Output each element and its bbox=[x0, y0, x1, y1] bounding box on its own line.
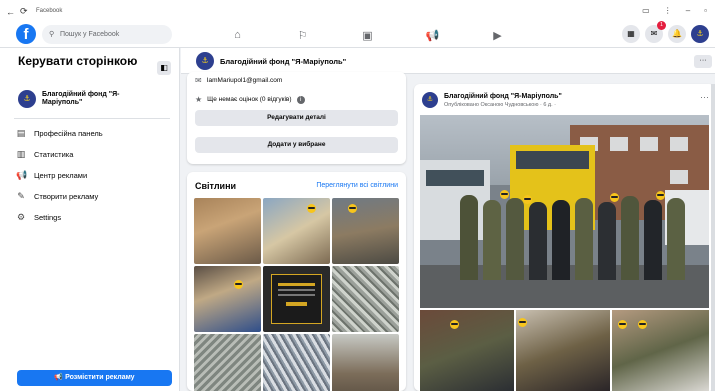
photos-title: Світлини bbox=[195, 181, 237, 191]
sidebar-item-stats[interactable]: ▥ Статистика bbox=[16, 144, 103, 165]
main-nav: ⌂ ⚐ ▣ 📢 ▶ bbox=[205, 24, 530, 46]
sidebar-item-create-ad[interactable]: ✎ Створити рекламу bbox=[16, 186, 103, 207]
window-controls: ▭ ⋮ – ▫ bbox=[642, 6, 707, 15]
photo-thumbnail[interactable] bbox=[263, 266, 330, 332]
photos-card: Світлини Переглянути всі світлини bbox=[187, 172, 406, 391]
page-avatar[interactable]: ⚓ bbox=[196, 52, 214, 70]
sidebar-toggle-icon[interactable]: ◧ bbox=[157, 61, 171, 75]
post-more-button[interactable]: ··· bbox=[700, 92, 709, 102]
profile-avatar[interactable]: ⚓ bbox=[691, 25, 709, 43]
poster-graphic bbox=[271, 274, 322, 324]
post-card: ⚓ Благодійний фонд "Я-Маріуполь" Опублік… bbox=[414, 84, 715, 391]
edit-details-button[interactable]: Редагувати деталі bbox=[195, 110, 398, 126]
search-input[interactable]: ⚲ Пошук у Facebook bbox=[42, 25, 172, 44]
reload-icon[interactable]: ⟳ bbox=[20, 6, 28, 17]
back-icon[interactable]: ← bbox=[6, 7, 15, 17]
post-author-avatar[interactable]: ⚓ bbox=[422, 92, 438, 108]
photo-thumbnail[interactable] bbox=[332, 334, 399, 391]
photo-thumbnail[interactable] bbox=[194, 266, 261, 332]
bell-icon[interactable]: 🔔 bbox=[668, 25, 686, 43]
megaphone-icon: 📢 bbox=[16, 170, 28, 180]
scrollbar[interactable] bbox=[711, 84, 715, 391]
facebook-topbar: f ⚲ Пошук у Facebook ⌂ ⚐ ▣ 📢 ▶ ▦ ✉ 1 🔔 ⚓ bbox=[0, 21, 715, 48]
sidebar-item-label: Професійна панель bbox=[34, 129, 103, 138]
sidebar-item-label: Створити рекламу bbox=[34, 192, 99, 201]
megaphone-nav-icon[interactable]: 📢 bbox=[400, 24, 465, 46]
stats-icon: ▥ bbox=[16, 149, 26, 159]
promote-button-label: Розмістити рекламу bbox=[65, 374, 135, 381]
sidebar-item-ad-center[interactable]: 📢 Центр реклами bbox=[16, 165, 103, 186]
photos-grid bbox=[194, 198, 399, 391]
photo-thumbnail[interactable] bbox=[194, 334, 261, 391]
sidebar-page-name: Благодійний фонд "Я-Маріуполь" bbox=[42, 91, 120, 106]
cast-icon[interactable]: ▭ bbox=[642, 6, 650, 15]
facebook-logo-icon[interactable]: f bbox=[16, 24, 36, 44]
post-photo[interactable] bbox=[612, 310, 709, 391]
photo-thumbnail[interactable] bbox=[332, 198, 399, 264]
minimize-icon[interactable]: – bbox=[686, 6, 690, 15]
home-icon[interactable]: ⌂ bbox=[205, 24, 270, 46]
email-row: ✉ IamMariupol1@gmail.com bbox=[195, 76, 282, 85]
search-icon: ⚲ bbox=[49, 31, 55, 38]
mail-icon: ✉ bbox=[195, 76, 202, 85]
add-favorites-button[interactable]: Додати у вибране bbox=[195, 137, 398, 153]
post-author[interactable]: Благодійний фонд "Я-Маріуполь" bbox=[444, 93, 562, 100]
page-info-card: ✉ IamMariupol1@gmail.com ★ Ще немає оцін… bbox=[187, 72, 406, 164]
search-placeholder: Пошук у Facebook bbox=[60, 31, 120, 38]
email-text[interactable]: IamMariupol1@gmail.com bbox=[207, 77, 283, 84]
notification-badge: 1 bbox=[657, 21, 666, 30]
menu-grid-icon[interactable]: ▦ bbox=[622, 25, 640, 43]
star-icon: ★ bbox=[195, 95, 203, 104]
browser-bar: ← ⟳ Facebook ▭ ⋮ – ▫ bbox=[0, 0, 715, 22]
post-main-photo[interactable] bbox=[420, 115, 709, 308]
topbar-actions: ▦ ✉ 1 🔔 ⚓ bbox=[622, 21, 709, 43]
page-header-name[interactable]: Благодійний фонд "Я-Маріуполь" bbox=[220, 57, 346, 66]
browser-nav: ← ⟳ bbox=[6, 6, 28, 17]
sidebar-title: Керувати сторінкою bbox=[18, 54, 138, 68]
gear-icon: ⚙ bbox=[16, 212, 26, 222]
promote-button[interactable]: 📢 Розмістити рекламу bbox=[17, 370, 172, 386]
photo-thumbnail[interactable] bbox=[263, 198, 330, 264]
sidebar-item-settings[interactable]: ⚙ Settings bbox=[16, 207, 103, 228]
page-header: ⚓ Благодійний фонд "Я-Маріуполь" ··· bbox=[181, 48, 715, 74]
dashboard-icon: ▤ bbox=[16, 128, 26, 138]
divider bbox=[14, 118, 170, 119]
post-photo[interactable] bbox=[516, 310, 610, 391]
rating-row: ★ Ще немає оцінок (0 відгуків) i bbox=[195, 95, 305, 104]
flag-icon[interactable]: ⚐ bbox=[270, 24, 335, 46]
rating-text: Ще немає оцінок (0 відгуків) bbox=[207, 96, 292, 103]
see-all-photos-link[interactable]: Переглянути всі світлини bbox=[316, 182, 398, 189]
marketplace-icon[interactable]: ▣ bbox=[335, 24, 400, 46]
post-meta: Опубліковано Оксаною Чудновською · 6 д. … bbox=[444, 102, 557, 108]
sidebar-item-label: Settings bbox=[34, 213, 62, 222]
photo-thumbnail[interactable] bbox=[194, 198, 261, 264]
restore-icon[interactable]: ▫ bbox=[704, 6, 707, 15]
menu-icon[interactable]: ⋮ bbox=[664, 6, 672, 15]
sidebar-item-label: Центр реклами bbox=[34, 171, 88, 180]
sidebar-item-dashboard[interactable]: ▤ Професійна панель bbox=[16, 123, 103, 144]
photo-thumbnail[interactable] bbox=[263, 334, 330, 391]
sidebar-page[interactable]: ⚓ Благодійний фонд "Я-Маріуполь" bbox=[18, 90, 142, 108]
page-avatar: ⚓ bbox=[18, 90, 36, 108]
sidebar-menu: ▤ Професійна панель ▥ Статистика 📢 Центр… bbox=[16, 123, 103, 228]
more-options-button[interactable]: ··· bbox=[694, 55, 712, 68]
post-photo[interactable] bbox=[420, 310, 514, 391]
messenger-icon[interactable]: ✉ 1 bbox=[645, 21, 666, 43]
post-sub-photos bbox=[420, 310, 709, 391]
video-icon[interactable]: ▶ bbox=[465, 24, 530, 46]
info-icon[interactable]: i bbox=[296, 95, 305, 104]
browser-title: Facebook bbox=[36, 8, 63, 14]
sidebar-item-label: Статистика bbox=[34, 150, 74, 159]
edit-icon: ✎ bbox=[17, 191, 25, 201]
photo-thumbnail[interactable] bbox=[332, 266, 399, 332]
people-group bbox=[460, 195, 700, 280]
manage-page-sidebar: Керувати сторінкою ◧ ⚓ Благодійний фонд … bbox=[0, 48, 180, 391]
